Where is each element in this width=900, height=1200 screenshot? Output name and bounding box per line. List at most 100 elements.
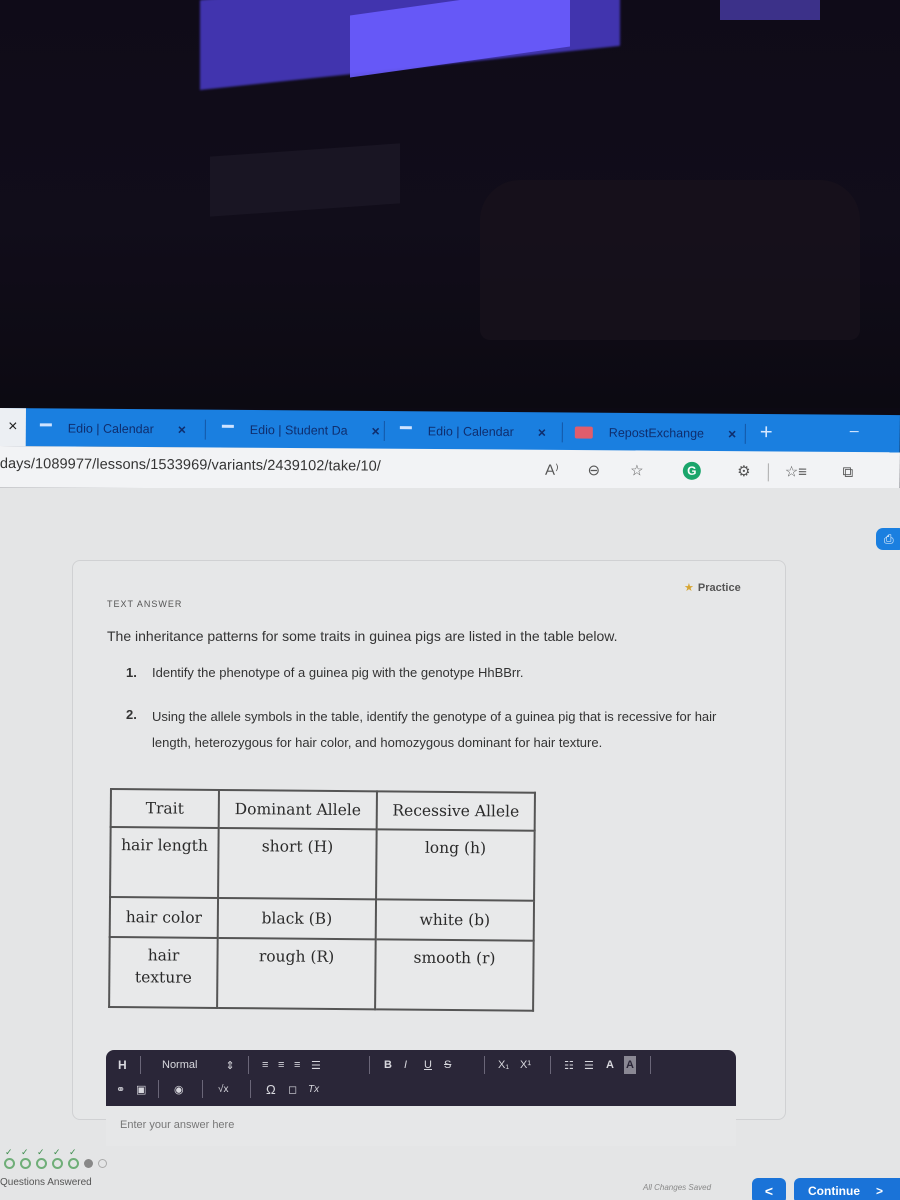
toolbar-separator <box>158 1080 159 1098</box>
progress-dot-answered[interactable] <box>36 1147 47 1169</box>
dominant-cell: short (H) <box>218 827 377 900</box>
tab-divider <box>561 422 563 443</box>
dash-icon <box>39 422 52 426</box>
active-tab-close-icon[interactable]: × <box>0 408 26 447</box>
dash-icon <box>221 424 234 428</box>
highlight-icon[interactable]: A <box>624 1056 636 1074</box>
trait-cell: hair texture <box>109 937 218 1008</box>
tab-label: Edio | Calendar <box>427 424 514 440</box>
background-room-photo <box>0 0 900 408</box>
toolbar-divider <box>767 463 769 482</box>
question-item-2: 2. Using the allele symbols in the table… <box>126 704 716 750</box>
url-input[interactable]: days/1089977/lessons/1533969/variants/24… <box>0 456 381 475</box>
tab-label: Edio | Student Da <box>249 422 348 438</box>
tab-label: RepostExchange <box>608 425 705 441</box>
dash-icon <box>399 425 412 429</box>
bullet-list-icon[interactable]: ☰ <box>584 1056 594 1074</box>
underline-icon[interactable]: U <box>424 1056 432 1074</box>
toolbar-separator <box>140 1056 141 1074</box>
toolbar-separator <box>202 1080 203 1098</box>
extensions-icon[interactable]: ⚙ <box>732 459 756 483</box>
tab-label: Edio | Calendar <box>67 421 154 437</box>
recessive-cell: long (h) <box>376 829 535 901</box>
toolbar-separator <box>550 1056 551 1074</box>
printer-icon: ⎙ <box>884 531 894 546</box>
heading-button[interactable]: H <box>118 1056 127 1074</box>
strikethrough-icon[interactable]: S <box>444 1056 451 1074</box>
progress-dot-current[interactable] <box>84 1159 93 1168</box>
item-text: Using the allele symbols in the table, i… <box>152 709 717 750</box>
toolbar-separator <box>248 1056 249 1074</box>
media-icon[interactable]: ◉ <box>174 1080 184 1098</box>
new-tab-button[interactable]: + <box>760 419 773 444</box>
tab-edio-calendar-1[interactable]: Edio | Calendar × <box>39 414 186 443</box>
progress-dot-answered[interactable] <box>68 1147 79 1169</box>
repostexchange-icon <box>574 426 593 439</box>
recessive-cell: white (b) <box>375 899 535 941</box>
chevron-left-icon: < <box>764 1183 774 1199</box>
favorites-icon[interactable]: ☆≡ <box>784 459 808 483</box>
bold-icon[interactable]: B <box>384 1056 392 1074</box>
tab-edio-calendar-2[interactable]: Edio | Calendar × <box>399 417 546 446</box>
align-left-icon[interactable]: ≡ <box>262 1056 268 1074</box>
progress-dot-answered[interactable] <box>20 1147 31 1169</box>
lesson-page: ⎙ ★ Practice TEXT ANSWER The inheritance … <box>0 488 900 1200</box>
question-item-1: 1. Identify the phenotype of a guinea pi… <box>126 662 523 683</box>
zoom-out-icon[interactable]: ⊖ <box>582 458 606 482</box>
collections-icon[interactable]: ⧉ <box>836 460 860 484</box>
toolbar-separator <box>369 1056 370 1074</box>
add-favorite-icon[interactable]: ☆ <box>625 458 649 482</box>
question-type-label: TEXT ANSWER <box>107 599 183 609</box>
progress-dot-answered[interactable] <box>4 1147 15 1169</box>
progress-dot-unanswered[interactable] <box>98 1159 107 1168</box>
special-char-icon[interactable]: Ω <box>266 1080 276 1098</box>
style-value: Normal <box>162 1059 198 1071</box>
math-icon[interactable]: √x <box>218 1080 229 1098</box>
subscript-icon[interactable]: X₁ <box>498 1056 509 1074</box>
font-color-icon[interactable]: A <box>606 1056 614 1074</box>
link-icon[interactable]: ⚭ <box>116 1080 125 1098</box>
progress-dot-answered[interactable] <box>52 1147 63 1169</box>
trait-cell: hair color <box>109 897 219 938</box>
tab-close-icon[interactable]: × <box>538 424 546 440</box>
tv-glow-edge <box>720 0 820 20</box>
tab-edio-student-dashboard[interactable]: Edio | Student Da × <box>221 416 380 445</box>
tab-divider <box>204 419 206 440</box>
tab-close-icon[interactable]: × <box>728 426 736 442</box>
question-progress <box>4 1147 107 1169</box>
minimize-button[interactable]: – <box>850 423 859 441</box>
dominant-cell: black (B) <box>217 897 377 940</box>
align-right-icon[interactable]: ≡ <box>294 1056 300 1074</box>
dominant-cell: rough (R) <box>217 937 376 1010</box>
tab-divider <box>744 423 746 444</box>
read-aloud-icon[interactable]: A⁾ <box>540 458 564 482</box>
toolbar-separator <box>250 1080 251 1098</box>
superscript-icon[interactable]: X¹ <box>520 1056 531 1074</box>
select-caret-icon: ⇕ <box>225 1059 235 1072</box>
align-justify-icon[interactable]: ☰ <box>311 1056 321 1074</box>
background-furniture <box>480 180 860 340</box>
editor-toolbar: H Normal ⇕ ≡ ≡ ≡ ☰ B I U S X₁ X¹ ☷ ☰ A A… <box>106 1050 736 1106</box>
align-center-icon[interactable]: ≡ <box>278 1056 284 1074</box>
item-number: 1. <box>126 665 137 680</box>
side-panel-toggle[interactable]: ⎙ <box>876 528 900 550</box>
italic-icon[interactable]: I <box>404 1056 407 1074</box>
header-trait: Trait <box>110 789 219 828</box>
paragraph-style-select[interactable]: Normal ⇕ <box>162 1056 235 1074</box>
allele-table: Trait Dominant Allele Recessive Allele h… <box>108 788 536 1012</box>
table-icon[interactable]: ◻ <box>288 1080 297 1098</box>
image-icon[interactable]: ▣ <box>136 1080 146 1098</box>
tab-divider <box>383 421 385 442</box>
ordered-list-icon[interactable]: ☷ <box>564 1056 574 1074</box>
continue-button[interactable]: Continue > <box>794 1178 900 1200</box>
previous-button[interactable]: < <box>752 1178 786 1200</box>
questions-answered-label: Questions Answered <box>0 1177 92 1188</box>
tab-repostexchange[interactable]: RepostExchange × <box>574 419 737 448</box>
tab-close-icon[interactable]: × <box>372 423 380 439</box>
clear-format-icon[interactable]: Tx <box>308 1080 319 1098</box>
tab-close-icon[interactable]: × <box>178 421 186 437</box>
practice-label: Practice <box>697 582 741 594</box>
item-text: Identify the phenotype of a guinea pig w… <box>152 665 524 680</box>
grammarly-icon[interactable]: G <box>682 461 701 480</box>
recessive-cell: smooth (r) <box>375 939 534 1011</box>
